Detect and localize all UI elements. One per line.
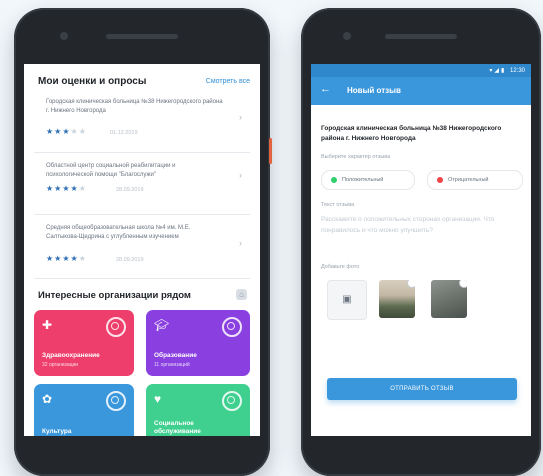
app-bar: ← Новый отзыв	[311, 77, 531, 105]
organization-name: Городская клиническая больница №38 Нижег…	[321, 125, 502, 142]
review-card-3[interactable]: Средняя общеобразовательная школа №4 им.…	[34, 220, 250, 279]
negative-label: Отрицательный	[448, 177, 489, 183]
graduation-cap-icon: 🎓︎	[154, 318, 170, 332]
chevron-right-icon: ›	[239, 238, 242, 248]
right-phone: ▾◢▮ 12:30 ← Новый отзыв Городская клинич…	[301, 8, 541, 476]
side-button	[269, 138, 272, 164]
status-time: 12:30	[509, 68, 525, 74]
review-org-name: Городская клиническая больница №38 Нижег…	[46, 99, 223, 114]
review-date: 28.09.2019	[116, 257, 144, 263]
positive-label: Положительный	[342, 177, 384, 183]
page-title: Мои оценки и опросы	[38, 76, 147, 87]
send-review-button[interactable]: ОТПРАВИТЬ ОТЗЫВ	[327, 378, 517, 400]
negative-dot	[437, 177, 443, 183]
review-text-label: Текст отзыва	[321, 202, 355, 208]
review-org-name: Областной центр социальной реабилитации …	[46, 163, 176, 178]
category-tile-education[interactable]: 🎓︎ Образование 11 организаций	[146, 310, 250, 376]
remove-photo-icon[interactable]	[459, 280, 467, 288]
tile-name: Образование	[154, 352, 197, 359]
review-text-field[interactable]: Расскажите о положительных сторонах орга…	[321, 214, 517, 236]
category-tile-health[interactable]: ✚ Здравоохранение 32 организации	[34, 310, 134, 376]
review-org-name: Средняя общеобразовательная школа №4 им.…	[46, 225, 191, 240]
star-rating: ★★★★★	[46, 184, 87, 193]
positive-option[interactable]: Положительный	[321, 170, 415, 190]
back-arrow-icon[interactable]: ←	[320, 83, 331, 95]
attached-photo-1[interactable]	[379, 280, 415, 318]
attached-photo-2[interactable]	[431, 280, 467, 318]
camera	[60, 32, 68, 40]
review-card-2[interactable]: Областной центр социальной реабилитации …	[34, 158, 250, 215]
screen-title: Новый отзыв	[347, 86, 401, 95]
see-all-link[interactable]: Смотреть все	[206, 78, 250, 85]
tile-name: Социальное обслуживание	[154, 420, 201, 435]
section-title: Интересные организации рядом	[38, 290, 191, 301]
tile-name: Здравоохранение	[42, 352, 100, 359]
ratings-screen: Мои оценки и опросы Смотреть все Городск…	[24, 64, 260, 436]
photos-label: Добавьте фото	[321, 264, 360, 270]
chevron-right-icon: ›	[239, 170, 242, 180]
camera	[343, 32, 351, 40]
left-phone: Мои оценки и опросы Смотреть все Городск…	[14, 8, 272, 476]
positive-dot	[331, 177, 337, 183]
review-card-1[interactable]: Городская клиническая больница №38 Нижег…	[34, 94, 250, 153]
map-icon[interactable]: ⌂	[236, 289, 247, 300]
negative-option[interactable]: Отрицательный	[427, 170, 523, 190]
add-photo-button[interactable]: ▣	[327, 280, 367, 320]
fingerprint-icon	[106, 391, 126, 411]
fingerprint-icon	[222, 391, 242, 411]
star-rating: ★★★★★	[46, 127, 87, 136]
chevron-right-icon: ›	[239, 112, 242, 122]
speaker	[106, 34, 178, 39]
tile-count: 11 организаций	[154, 362, 190, 368]
category-tile-culture[interactable]: ✿ Культура	[34, 384, 134, 436]
fingerprint-icon	[222, 317, 242, 337]
tile-name: Культура	[42, 428, 72, 435]
category-tile-social[interactable]: ♥ Социальное обслуживание	[146, 384, 250, 436]
new-review-screen: ▾◢▮ 12:30 ← Новый отзыв Городская клинич…	[311, 64, 531, 436]
remove-photo-icon[interactable]	[407, 280, 415, 288]
star-rating: ★★★★★	[46, 254, 87, 263]
speaker	[385, 34, 457, 39]
review-date: 01.12.2019	[110, 130, 138, 136]
status-bar: ▾◢▮ 12:30	[311, 64, 531, 77]
tile-count: 32 организации	[42, 362, 79, 368]
fingerprint-icon	[106, 317, 126, 337]
review-date: 28.09.2019	[116, 187, 144, 193]
palette-icon: ✿	[42, 392, 53, 406]
heart-hands-icon: ♥	[154, 392, 162, 406]
medkit-icon: ✚	[42, 318, 53, 332]
review-type-label: Выберите характер отзыва	[321, 154, 391, 160]
